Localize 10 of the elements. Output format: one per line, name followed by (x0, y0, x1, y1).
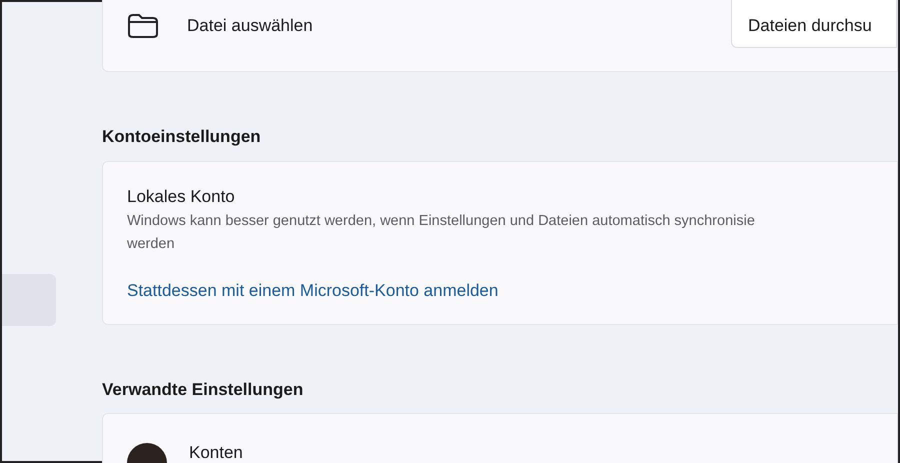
section-heading: Kontoeinstellungen (102, 126, 262, 148)
sidebar-item[interactable] (2, 274, 56, 326)
microsoft-account-link[interactable]: Stattdessen mit einem Microsoft-Konto anmelden (127, 278, 498, 304)
related-item-label[interactable]: Konten (189, 444, 243, 460)
section-heading: Verwandte Einstellungen (102, 379, 304, 401)
folder-icon (127, 13, 159, 39)
account-type-title: Lokales Konto (127, 186, 236, 208)
browse-files-button[interactable]: Dateien durchsu (731, 0, 897, 48)
account-description: Windows kann besser genutzt werden, wenn Einstellungen und Dateien automatisch synchronisie werden (127, 212, 756, 254)
file-label: Datei auswählen (187, 15, 314, 38)
